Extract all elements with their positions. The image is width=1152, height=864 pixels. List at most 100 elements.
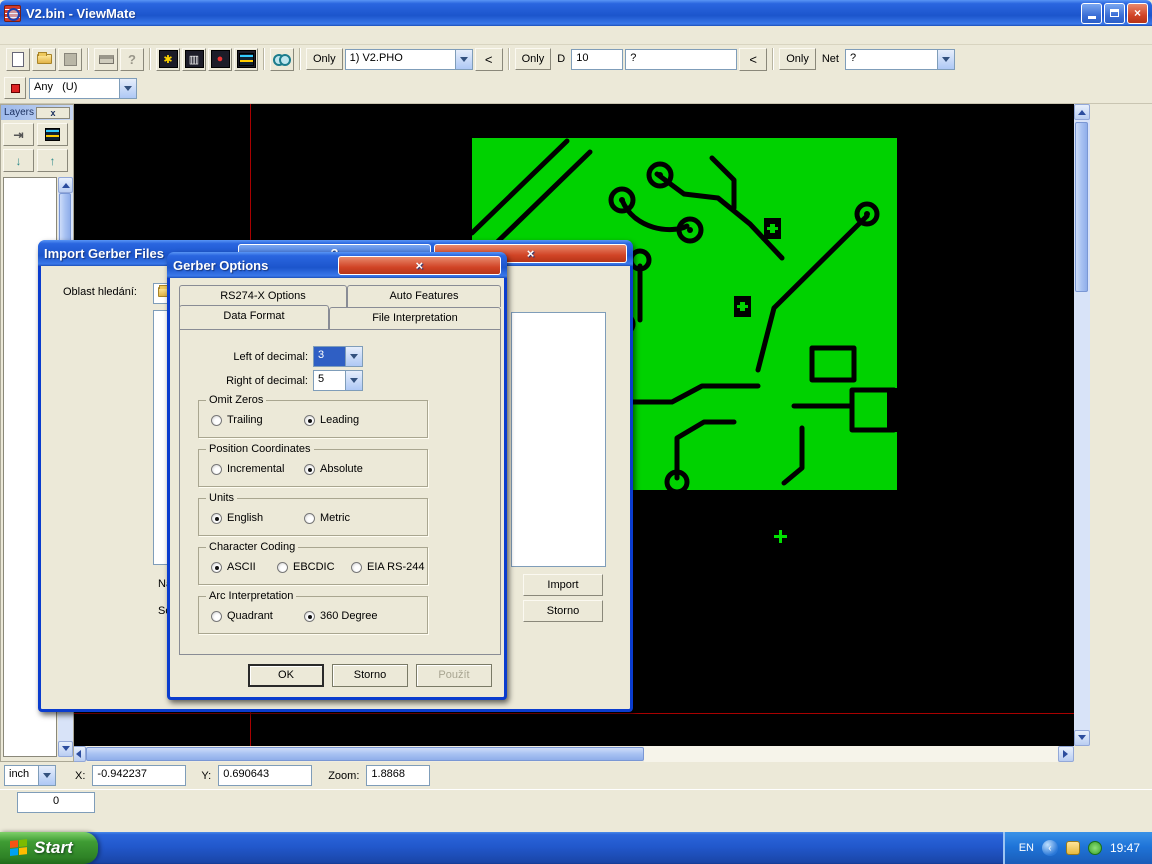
zoom-field[interactable]: 1.8868 [366, 765, 430, 786]
radio-icon [211, 513, 222, 524]
language-indicator[interactable]: EN [1019, 842, 1034, 854]
vertical-scrollbar[interactable] [1074, 104, 1090, 746]
ok-button[interactable]: OK [248, 664, 324, 687]
left-of-decimal-combo[interactable]: 3 [313, 346, 363, 367]
net-combo[interactable]: ? [845, 49, 955, 70]
messenger-tray-icon[interactable] [1066, 841, 1080, 855]
new-file-button[interactable] [6, 48, 30, 71]
horizontal-scroll-thumb[interactable] [86, 747, 644, 761]
toolbar-separator [263, 48, 265, 70]
chevron-down-icon[interactable] [345, 347, 362, 366]
radio-icon [304, 513, 315, 524]
import-button[interactable]: Import [523, 574, 603, 596]
radio-absolute[interactable]: Absolute [304, 463, 363, 475]
layer-jump-button[interactable]: ⇥ [3, 123, 34, 146]
start-button[interactable]: Start [0, 832, 98, 864]
scroll-right-button[interactable] [1058, 746, 1074, 762]
dcode-view-button[interactable]: ● [208, 48, 232, 71]
layer-up-button[interactable]: ↑ [37, 149, 68, 172]
hide-icons-button[interactable]: ‹ [1042, 840, 1058, 856]
layer-down-button[interactable]: ↓ [3, 149, 34, 172]
radio-trailing[interactable]: Trailing [211, 414, 263, 426]
import-cancel-button[interactable]: Storno [523, 600, 603, 622]
glasses-icon [273, 54, 291, 64]
y-coordinate-field[interactable]: 0.690643 [218, 765, 312, 786]
drawing-toolbox [1092, 104, 1152, 762]
only-layer-button[interactable]: Only [306, 48, 343, 70]
starburst-icon: ✱ [159, 50, 178, 68]
scroll-up-button[interactable] [1074, 104, 1090, 120]
only-dcode-button[interactable]: Only [515, 48, 552, 70]
scroll-down-button[interactable] [1074, 730, 1090, 746]
radio-leading[interactable]: Leading [304, 414, 359, 426]
chevron-down-icon[interactable] [345, 371, 362, 390]
layers-close-icon[interactable]: x [36, 107, 70, 119]
context-help-button[interactable]: ? [120, 48, 144, 71]
open-folder-icon [37, 54, 52, 64]
character-coding-label: Character Coding [206, 541, 298, 553]
gerber-dialog-titlebar[interactable]: Gerber Options × [167, 252, 507, 278]
open-file-button[interactable] [32, 48, 56, 71]
places-bar [49, 308, 153, 700]
layer-colors-button[interactable] [234, 48, 258, 71]
radio-ebcdic[interactable]: EBCDIC [277, 561, 335, 573]
chevron-down-icon[interactable] [38, 766, 55, 785]
toolbar-separator [772, 48, 774, 70]
save-file-button[interactable] [58, 48, 82, 71]
restore-button[interactable] [1104, 3, 1125, 24]
flash-view-button[interactable]: ✱ [156, 48, 180, 71]
aperture-list-button[interactable]: ▥ [182, 48, 206, 71]
radio-quadrant[interactable]: Quadrant [211, 610, 273, 622]
prev-net-button[interactable]: < [739, 48, 767, 71]
radio-metric[interactable]: Metric [304, 512, 350, 524]
layer-colors-button[interactable] [37, 123, 68, 146]
close-button[interactable]: × [1127, 3, 1148, 24]
chevron-down-icon[interactable] [937, 50, 954, 69]
layer-scroll-down-button[interactable] [58, 741, 73, 757]
gerber-dialog-title: Gerber Options [173, 258, 335, 273]
status-bar-2: 0 [0, 789, 1152, 815]
chevron-down-icon[interactable] [455, 50, 472, 69]
chevron-down-icon[interactable] [119, 79, 136, 98]
tab-rs274x-options[interactable]: RS274-X Options [179, 285, 347, 307]
gerber-options-dialog: Gerber Options × RS274-X Options Auto Fe… [167, 252, 507, 700]
inspect-button[interactable] [270, 48, 294, 71]
radio-360-degree[interactable]: 360 Degree [304, 610, 378, 622]
right-of-decimal-combo[interactable]: 5 [313, 370, 363, 391]
prev-dcode-button[interactable]: < [475, 48, 503, 71]
unit-combo[interactable]: inch [4, 765, 56, 786]
icq-tray-icon[interactable] [1088, 841, 1102, 855]
print-button[interactable] [94, 48, 118, 71]
tab-file-interpretation[interactable]: File Interpretation [329, 307, 501, 329]
radio-english[interactable]: English [211, 512, 263, 524]
dcode-filter-input[interactable]: ? [625, 49, 737, 70]
tab-data-format[interactable]: Data Format [179, 305, 329, 329]
selection-filter-combo[interactable]: Any (U) [29, 78, 137, 99]
selection-mode-button[interactable] [4, 77, 26, 99]
vertical-scroll-thumb[interactable] [1075, 122, 1088, 292]
radio-icon [211, 415, 222, 426]
right-of-decimal-label: Right of decimal: [188, 375, 313, 387]
only-net-button[interactable]: Only [779, 48, 816, 70]
radio-eia-rs244[interactable]: EIA RS-244 [351, 561, 424, 573]
clock: 19:47 [1110, 841, 1140, 855]
left-of-decimal-label: Left of decimal: [188, 351, 313, 363]
save-icon [64, 53, 77, 66]
app-icon [4, 5, 21, 22]
snap-value-field[interactable]: 0 [17, 792, 95, 813]
tab-auto-features[interactable]: Auto Features [347, 285, 501, 307]
layers-panel-titlebar[interactable]: Layers x [1, 105, 73, 120]
dcode-input[interactable]: 10 [571, 49, 623, 70]
horizontal-scrollbar[interactable] [70, 746, 1074, 762]
x-coordinate-field[interactable]: -0.942237 [92, 765, 186, 786]
radio-incremental[interactable]: Incremental [211, 463, 284, 475]
layer-scroll-up-button[interactable] [58, 177, 73, 193]
x-label: X: [71, 770, 89, 782]
gerber-cancel-button[interactable]: Storno [332, 664, 408, 687]
apply-button[interactable]: Použít [416, 664, 492, 687]
minimize-button[interactable] [1081, 3, 1102, 24]
gerber-close-button[interactable]: × [338, 256, 502, 275]
layer-combo[interactable]: 1) V2.PHO [345, 49, 473, 70]
radio-ascii[interactable]: ASCII [211, 561, 256, 573]
look-in-label: Oblast hledání: [63, 286, 137, 298]
